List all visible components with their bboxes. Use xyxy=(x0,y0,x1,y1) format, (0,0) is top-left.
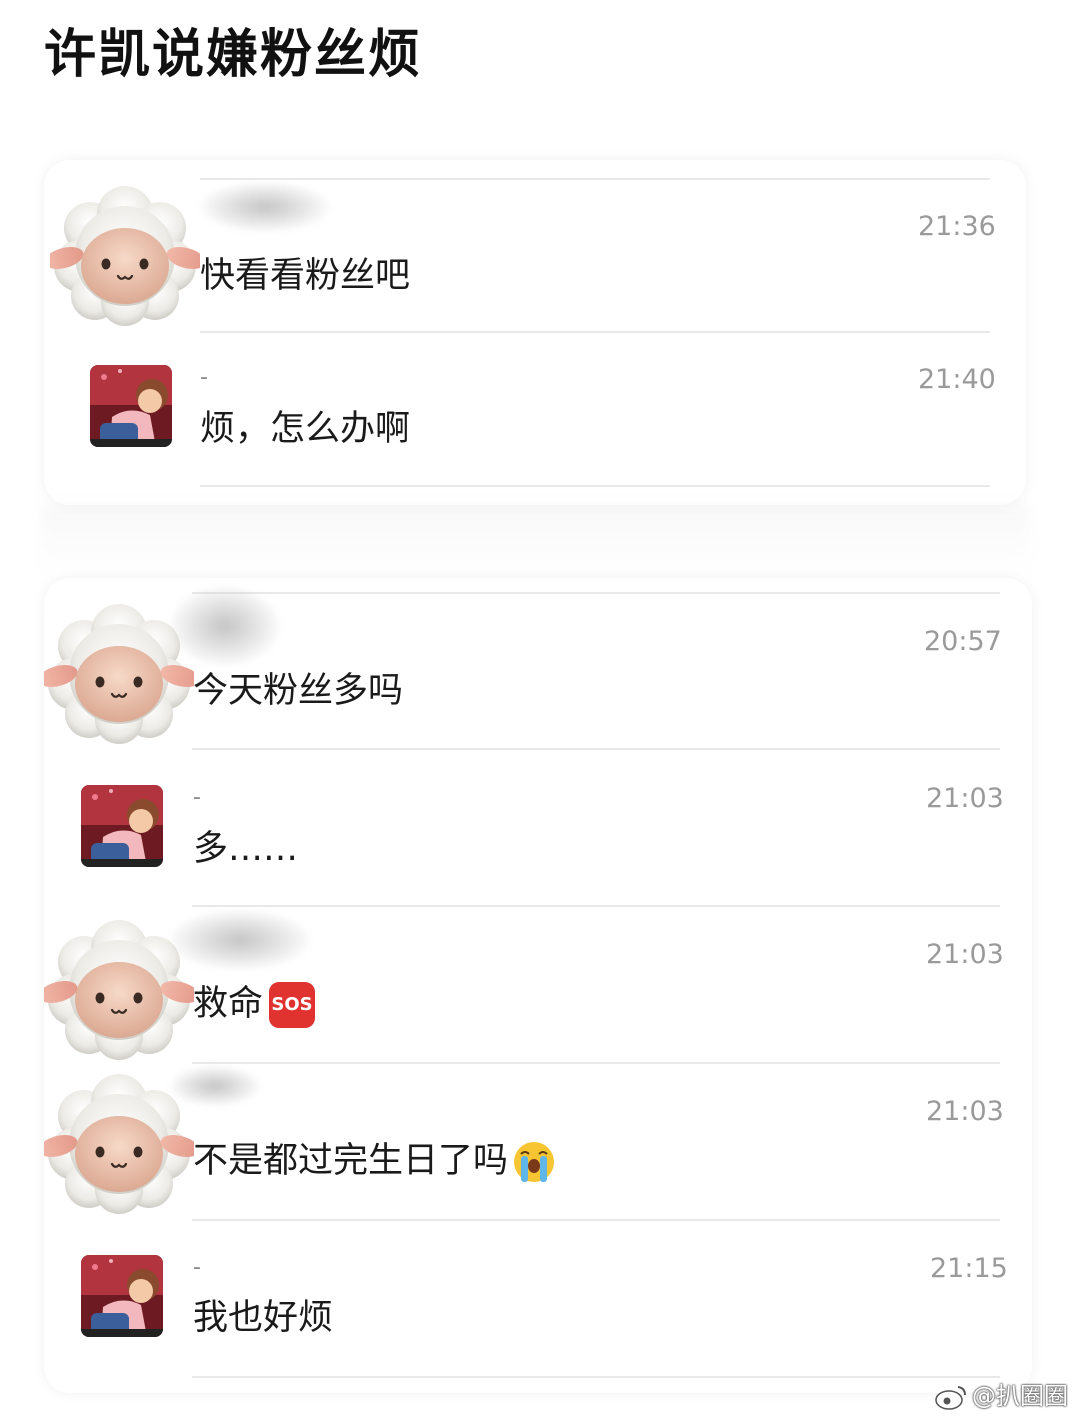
message-time: 21:03 xyxy=(926,783,1004,814)
divider xyxy=(192,1062,1000,1064)
message-text: 今天粉丝多吗 xyxy=(193,671,404,711)
message-text-content: 救命 xyxy=(193,984,264,1024)
user-avatar-icon[interactable] xyxy=(81,1255,163,1337)
message-text: 救命 SOS xyxy=(193,982,316,1028)
message-time: 21:03 xyxy=(926,939,1004,970)
redacted-name-smudge xyxy=(170,586,280,666)
faded-background-area xyxy=(40,505,1030,575)
watermark-text: @扒圈圈 xyxy=(972,1382,1068,1410)
message-time: 21:40 xyxy=(918,364,996,395)
user-avatar-icon[interactable] xyxy=(81,785,163,867)
redacted-name-smudge xyxy=(170,1066,260,1106)
message-time: 21:15 xyxy=(930,1253,1008,1284)
message-time: 20:57 xyxy=(924,626,1002,657)
message-text-content: 不是都过完生日了吗 xyxy=(193,1141,509,1181)
message-text: 快看看粉丝吧 xyxy=(200,256,411,296)
message-text: 我也好烦 xyxy=(193,1298,334,1338)
page-title: 许凯说嫌粉丝烦 xyxy=(44,25,423,85)
sos-button-icon: SOS xyxy=(269,982,316,1028)
message-text: 烦，怎么办啊 xyxy=(200,409,411,449)
message-time: 21:36 xyxy=(918,211,996,242)
message-time: 21:03 xyxy=(926,1096,1004,1127)
watermark: @扒圈圈 xyxy=(934,1376,1068,1411)
divider xyxy=(200,485,990,487)
divider xyxy=(192,905,1000,907)
divider xyxy=(200,331,990,333)
sender-name: - xyxy=(193,785,201,810)
divider xyxy=(192,1219,1000,1221)
redacted-name-smudge xyxy=(200,182,330,232)
divider xyxy=(192,748,1000,750)
weibo-logo-icon xyxy=(935,1386,966,1410)
redacted-name-smudge xyxy=(170,910,310,970)
message-text: 多…… xyxy=(193,829,299,869)
sheep-avatar-icon[interactable] xyxy=(50,178,200,328)
loudly-crying-face-icon xyxy=(512,1140,556,1184)
sender-name: - xyxy=(200,365,208,390)
divider xyxy=(192,1376,1000,1378)
message-text: 不是都过完生日了吗 xyxy=(193,1139,556,1184)
sender-name: - xyxy=(193,1255,201,1280)
divider xyxy=(192,592,1000,594)
user-avatar-icon[interactable] xyxy=(90,365,172,447)
divider xyxy=(200,178,990,180)
